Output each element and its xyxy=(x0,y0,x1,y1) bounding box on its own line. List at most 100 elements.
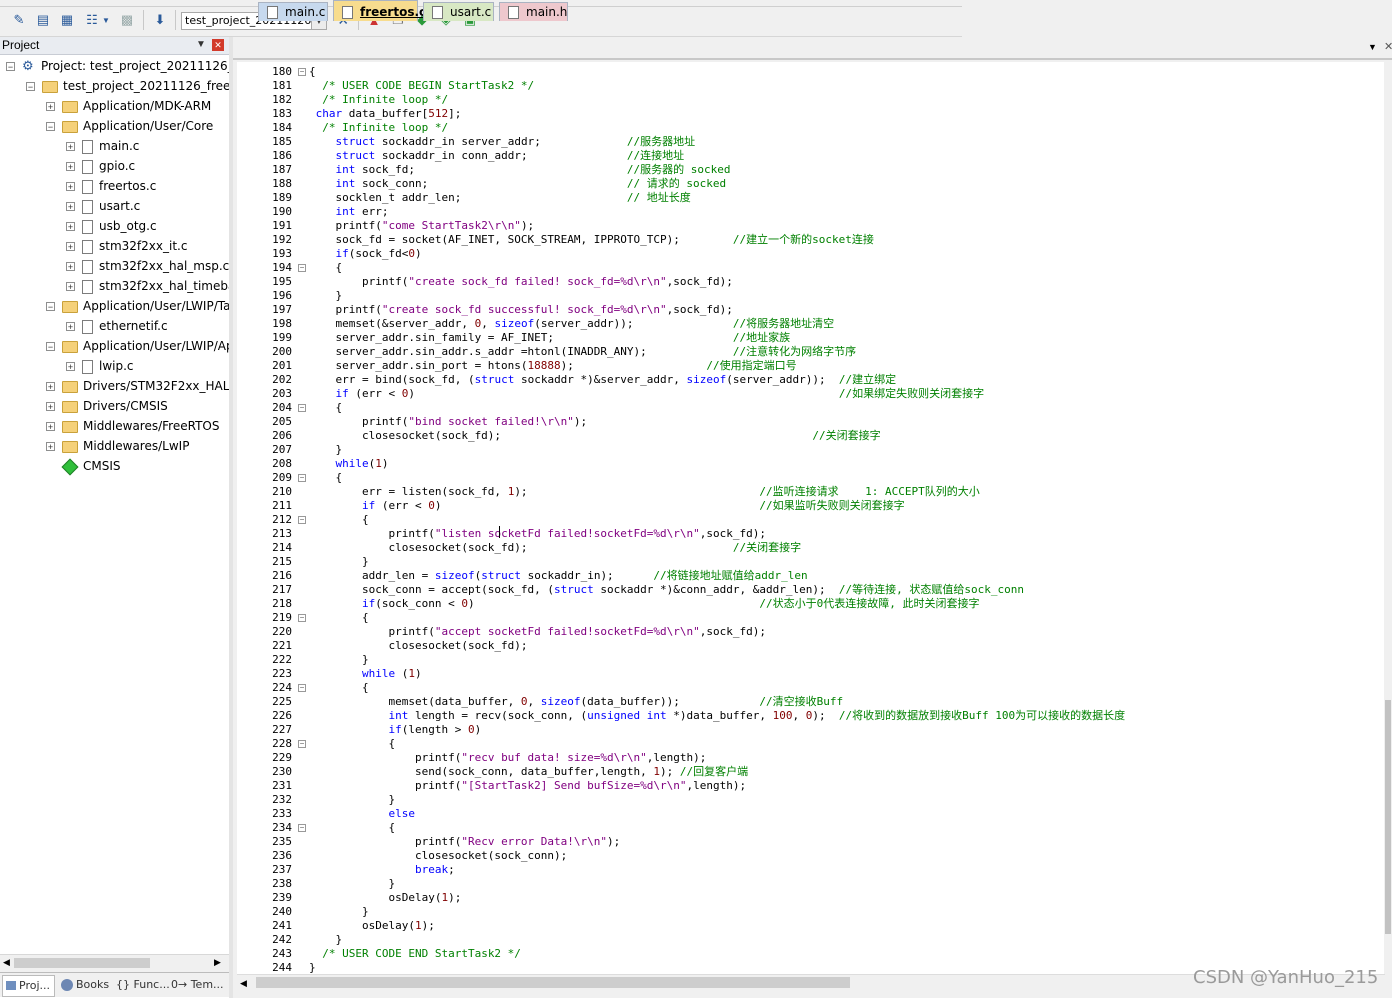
code-line[interactable]: /* USER CODE END StartTask2 */ xyxy=(309,947,521,961)
code-line[interactable]: if(length > 0) xyxy=(309,723,481,737)
tab-project[interactable]: Proj... xyxy=(2,975,55,997)
code-line[interactable]: printf("listen socketFd failed!socketFd=… xyxy=(309,527,766,541)
tree-folder-item[interactable]: Application/User/LWIP/App xyxy=(62,336,229,356)
tree-expander[interactable]: + xyxy=(66,222,75,232)
code-line[interactable]: closesocket(sock_fd); xyxy=(309,639,527,653)
tree-expander[interactable]: + xyxy=(46,442,55,452)
code-editor[interactable]: { /* USER CODE BEGIN StartTask2 */ /* In… xyxy=(309,62,1385,974)
project-horizontal-scrollbar[interactable]: ◀ ▶ xyxy=(0,954,229,972)
fold-toggle-icon[interactable]: − xyxy=(298,68,306,76)
tree-folder-item[interactable]: Middlewares/FreeRTOS xyxy=(62,416,219,436)
tree-expander[interactable]: − xyxy=(26,82,35,92)
tab-freertos-c[interactable]: freertos.c xyxy=(333,0,426,21)
tree-item[interactable]: CMSIS xyxy=(61,456,121,476)
fold-toggle-icon[interactable]: − xyxy=(298,614,306,622)
code-line[interactable]: { xyxy=(309,611,369,625)
tree-expander[interactable]: + xyxy=(66,322,75,332)
code-line[interactable]: int length = recv(sock_conn, (unsigned i… xyxy=(309,709,1125,723)
code-line[interactable]: closesocket(sock_fd); //关闭套接字 xyxy=(309,541,801,555)
code-line[interactable]: if (err < 0) //如果绑定失败则关闭套接字 xyxy=(309,387,985,401)
tree-folder-item[interactable]: Drivers/STM32F2xx_HAL_Dr xyxy=(62,376,229,396)
tree-folder-item[interactable]: Drivers/CMSIS xyxy=(62,396,168,416)
code-line[interactable]: { xyxy=(309,821,395,835)
code-line[interactable]: { xyxy=(309,401,342,415)
fold-toggle-icon[interactable]: − xyxy=(298,264,306,272)
tree-file-item[interactable]: usart.c xyxy=(82,196,140,216)
code-line[interactable]: { xyxy=(309,681,369,695)
scroll-left-icon[interactable]: ◀ xyxy=(240,978,247,989)
fold-toggle-icon[interactable]: − xyxy=(298,824,306,832)
vertical-scroll-thumb[interactable] xyxy=(1385,700,1391,934)
tab-templates[interactable]: 0→ Tem... xyxy=(171,975,224,995)
code-line[interactable]: if(sock_conn < 0) //状态小于0代表连接故障, 此时关闭套接字 xyxy=(309,597,980,611)
code-line[interactable]: sock_conn = accept(sock_fd, (struct sock… xyxy=(309,583,1024,597)
stop-build-icon[interactable]: ▩ xyxy=(117,10,137,30)
tree-file-item[interactable]: lwip.c xyxy=(82,356,134,376)
tree-expander[interactable]: + xyxy=(66,362,75,372)
tree-file-item[interactable]: gpio.c xyxy=(82,156,135,176)
tree-expander[interactable]: − xyxy=(46,302,55,312)
code-line[interactable]: { xyxy=(309,737,395,751)
code-line[interactable]: else xyxy=(309,807,415,821)
download-icon[interactable]: ⬇ xyxy=(150,10,170,30)
code-line[interactable]: closesocket(sock_fd); //关闭套接字 xyxy=(309,429,881,443)
tab-functions[interactable]: {} Func... xyxy=(116,975,170,995)
code-line[interactable]: { xyxy=(309,261,342,275)
code-line[interactable]: } xyxy=(309,961,316,974)
batch-build-dropdown-icon[interactable]: ▼ xyxy=(101,10,111,30)
code-line[interactable]: printf("Recv error Data!\r\n"); xyxy=(309,835,620,849)
code-line[interactable]: } xyxy=(309,443,342,457)
code-line[interactable]: } xyxy=(309,653,369,667)
code-line[interactable]: } xyxy=(309,289,342,303)
code-line[interactable]: int err; xyxy=(309,205,389,219)
scroll-left-icon[interactable]: ◀ xyxy=(3,957,10,968)
tree-expander[interactable]: + xyxy=(46,402,55,412)
tree-file-item[interactable]: main.c xyxy=(82,136,139,156)
code-line[interactable]: /* Infinite loop */ xyxy=(309,121,448,135)
close-editor-icon[interactable]: ✕ xyxy=(1384,40,1392,53)
tab-list-dropdown-icon[interactable]: ▼ xyxy=(1368,42,1377,52)
tree-expander[interactable]: + xyxy=(66,242,75,252)
fold-toggle-icon[interactable]: − xyxy=(298,474,306,482)
tree-expander[interactable]: + xyxy=(66,142,75,152)
tree-item[interactable]: test_project_20211126_freeRTOS xyxy=(42,76,229,96)
panel-splitter[interactable] xyxy=(229,37,233,998)
scroll-thumb[interactable] xyxy=(14,958,150,968)
code-line[interactable]: while (1) xyxy=(309,667,422,681)
code-line[interactable]: printf("accept socketFd failed!socketFd=… xyxy=(309,625,766,639)
tree-file-item[interactable]: freertos.c xyxy=(82,176,156,196)
tab-books[interactable]: Books xyxy=(58,975,109,995)
tab-main-c[interactable]: main.c xyxy=(258,2,328,21)
code-line[interactable]: sock_fd = socket(AF_INET, SOCK_STREAM, I… xyxy=(309,233,873,247)
code-line[interactable]: memset(&server_addr, 0, sizeof(server_ad… xyxy=(309,317,834,331)
code-line[interactable]: printf("bind socket failed!\r\n"); xyxy=(309,415,587,429)
code-line[interactable]: closesocket(sock_conn); xyxy=(309,849,567,863)
fold-toggle-icon[interactable]: − xyxy=(298,404,306,412)
fold-toggle-icon[interactable]: − xyxy=(298,516,306,524)
tree-file-item[interactable]: stm32f2xx_hal_timebase xyxy=(82,276,229,296)
code-line[interactable]: } xyxy=(309,933,342,947)
code-line[interactable]: } xyxy=(309,905,369,919)
code-line[interactable]: struct sockaddr_in conn_addr; //连接地址 xyxy=(309,149,685,163)
code-line[interactable]: server_addr.sin_family = AF_INET; //地址家族 xyxy=(309,331,790,345)
tree-expander[interactable]: + xyxy=(66,282,75,292)
tab-main-h[interactable]: main.h xyxy=(499,2,568,21)
horizontal-scroll-thumb[interactable] xyxy=(256,977,850,988)
batch-build-icon[interactable]: ☷ xyxy=(82,10,102,30)
tree-folder-item[interactable]: Application/User/Core xyxy=(62,116,213,136)
tree-file-item[interactable]: stm32f2xx_it.c xyxy=(82,236,187,256)
tree-expander[interactable]: − xyxy=(46,342,55,352)
code-line[interactable]: char data_buffer[512]; xyxy=(309,107,462,121)
code-line[interactable]: printf("come StartTask2\r\n"); xyxy=(309,219,534,233)
code-line[interactable]: /* USER CODE BEGIN StartTask2 */ xyxy=(309,79,534,93)
tree-expander[interactable]: + xyxy=(66,182,75,192)
code-line[interactable]: { xyxy=(309,471,342,485)
tree-expander[interactable]: + xyxy=(46,422,55,432)
code-line[interactable]: osDelay(1); xyxy=(309,891,461,905)
tree-item[interactable]: ⚙ Project: test_project_20211126_freer xyxy=(22,56,229,76)
tab-usart-c[interactable]: usart.c xyxy=(423,2,494,21)
code-line[interactable]: break; xyxy=(309,863,455,877)
pin-icon[interactable]: ▼ xyxy=(196,37,206,53)
code-line[interactable]: { xyxy=(309,513,369,527)
code-line[interactable]: if(sock_fd<0) xyxy=(309,247,422,261)
